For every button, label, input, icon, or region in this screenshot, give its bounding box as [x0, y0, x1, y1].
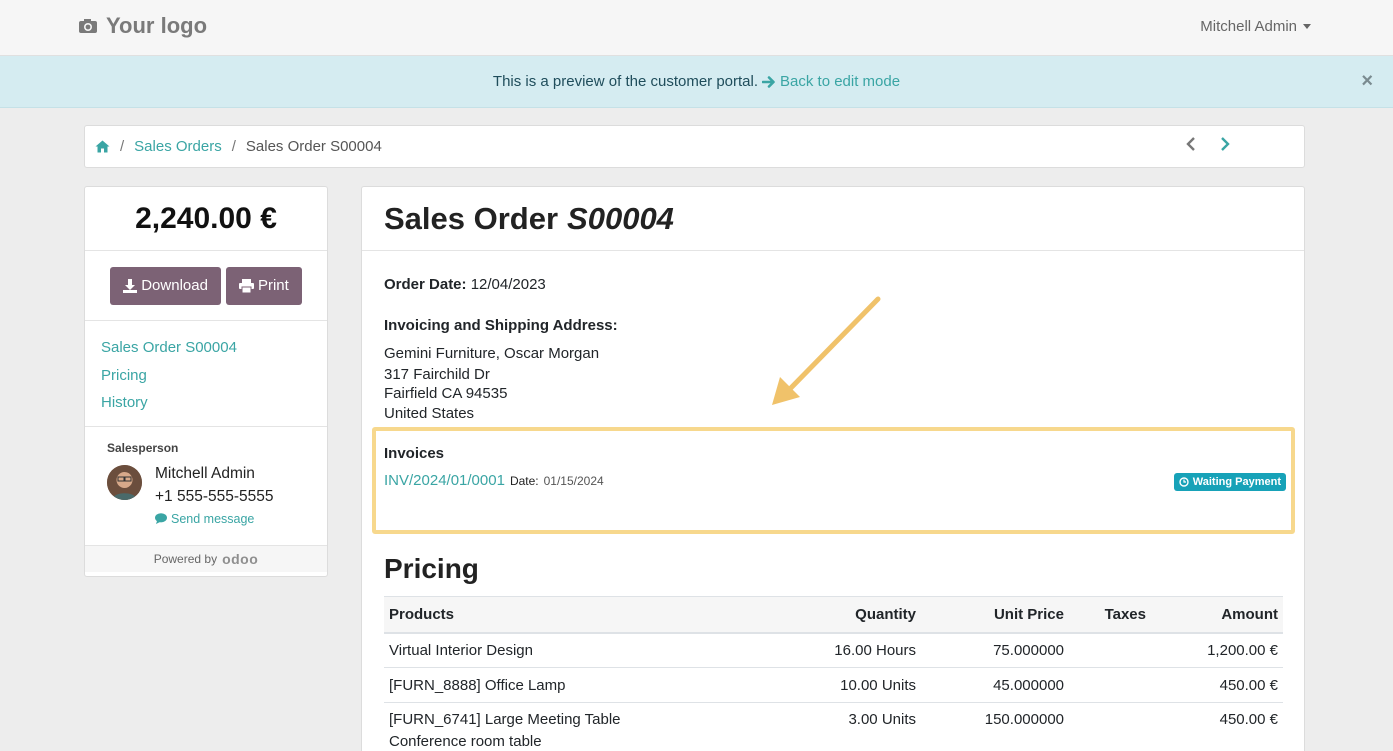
- user-menu[interactable]: Mitchell Admin: [1200, 18, 1311, 35]
- breadcrumb-sales-orders[interactable]: Sales Orders: [134, 138, 222, 155]
- unit-price-cell: 45.000000: [921, 667, 1069, 703]
- salesperson-section: Salesperson Mitchell Admin +1 555-555-55…: [85, 427, 327, 546]
- camera-icon: [79, 19, 97, 33]
- address-line: Gemini Furniture, Oscar Morgan: [384, 345, 600, 362]
- column-header-amount: Amount: [1151, 596, 1283, 634]
- product-name: [FURN_6741] Large Meeting Table: [389, 711, 621, 728]
- salesperson-name: Mitchell Admin: [155, 464, 255, 482]
- download-icon: [123, 278, 138, 293]
- sidebar-item-history[interactable]: History: [101, 389, 311, 417]
- column-header-taxes: Taxes: [1069, 596, 1151, 634]
- print-label: Print: [257, 277, 289, 294]
- pricing-table: Products Quantity Unit Price Taxes Amoun…: [384, 596, 1283, 751]
- chevron-right-icon[interactable]: [1220, 136, 1230, 156]
- send-message-link[interactable]: Send message: [155, 512, 274, 526]
- product-cell: Virtual Interior Design: [384, 632, 754, 668]
- chevron-left-icon[interactable]: [1186, 136, 1196, 156]
- company-logo[interactable]: Your logo: [78, 13, 207, 39]
- annotation-arrow-icon: [772, 296, 881, 405]
- amount-cell: 1,200.00 €: [1151, 632, 1283, 668]
- title-reference: S00004: [567, 200, 674, 236]
- arrow-right-icon: [762, 75, 775, 88]
- sidebar-item-sales-order[interactable]: Sales Order S00004: [101, 334, 311, 362]
- send-message-label: Send message: [171, 511, 255, 526]
- preview-banner: This is a preview of the customer portal…: [0, 56, 1393, 108]
- caret-down-icon: [1303, 24, 1311, 29]
- user-name: Mitchell Admin: [1200, 18, 1297, 35]
- table-row: [FURN_6741] Large Meeting Table Conferen…: [384, 702, 1283, 751]
- quantity-cell: 10.00 Units: [754, 667, 921, 703]
- title-prefix: Sales Order: [384, 200, 559, 236]
- taxes-cell: [1069, 667, 1151, 703]
- breadcrumb-separator: /: [231, 138, 236, 155]
- page-title: Sales Order S00004: [362, 187, 1304, 251]
- order-date-value: 12/04/2023: [470, 276, 546, 293]
- print-icon: [238, 278, 254, 293]
- invoices-section: Invoices INV/2024/01/0001 Date: 01/15/20…: [372, 427, 1295, 534]
- product-cell: [FURN_8888] Office Lamp: [384, 667, 754, 703]
- product-cell: [FURN_6741] Large Meeting Table Conferen…: [384, 702, 754, 751]
- avatar: [107, 464, 142, 500]
- invoice-date: 01/15/2024: [543, 474, 604, 488]
- column-header-unit-price: Unit Price: [921, 596, 1069, 634]
- quantity-cell: 16.00 Hours: [754, 632, 921, 668]
- address-line: United States: [384, 404, 475, 422]
- quantity-cell: 3.00 Units: [754, 702, 921, 751]
- status-badge-label: Waiting Payment: [1192, 476, 1281, 488]
- address-line: Fairfield CA 94535: [384, 385, 508, 402]
- amount-cell: 450.00 €: [1151, 667, 1283, 703]
- download-button[interactable]: Download: [110, 266, 221, 305]
- sidebar-item-pricing[interactable]: Pricing: [101, 362, 311, 390]
- record-pager: [1186, 136, 1230, 156]
- odoo-logo[interactable]: odoo: [222, 551, 258, 567]
- address-line: 317 Fairchild Dr: [384, 365, 490, 383]
- table-header-row: Products Quantity Unit Price Taxes Amoun…: [384, 596, 1283, 634]
- order-main-card: Sales Order S00004 Order Date: 12/04/202…: [361, 186, 1305, 751]
- amount-cell: 450.00 €: [1151, 702, 1283, 751]
- clock-icon: [1179, 477, 1189, 487]
- column-header-quantity: Quantity: [754, 596, 921, 634]
- taxes-cell: [1069, 702, 1151, 751]
- invoice-row: INV/2024/01/0001 Date: 01/15/2024: [384, 472, 604, 489]
- top-navbar: Your logo Mitchell Admin: [0, 0, 1393, 56]
- column-header-products: Products: [384, 596, 754, 634]
- breadcrumb-current: Sales Order S00004: [245, 138, 382, 155]
- salesperson-phone: +1 555-555-5555: [155, 487, 274, 505]
- order-date-label: Order Date:: [384, 276, 467, 293]
- salesperson-label: Salesperson: [107, 440, 179, 455]
- print-button[interactable]: Print: [225, 266, 302, 305]
- close-icon[interactable]: ×: [1361, 70, 1373, 93]
- invoice-link[interactable]: INV/2024/01/0001: [384, 472, 505, 489]
- table-row: Virtual Interior Design 16.00 Hours 75.0…: [384, 632, 1283, 668]
- table-row: [FURN_8888] Office Lamp 10.00 Units 45.0…: [384, 667, 1283, 703]
- powered-by-label: Powered by: [153, 551, 218, 566]
- address-label: Invoicing and Shipping Address:: [384, 317, 618, 334]
- home-icon[interactable]: [95, 140, 110, 153]
- order-total: 2,240.00 €: [85, 187, 327, 251]
- invoices-label: Invoices: [384, 445, 445, 462]
- address-block: Gemini Furniture, Oscar Morgan 317 Fairc…: [384, 344, 599, 423]
- invoice-date-label: Date:: [509, 474, 539, 488]
- product-description: Conference room table: [389, 733, 542, 750]
- sidebar-actions: Download Print: [85, 251, 327, 321]
- unit-price-cell: 150.000000: [921, 702, 1069, 751]
- download-label: Download: [141, 277, 208, 294]
- taxes-cell: [1069, 632, 1151, 668]
- sidebar-nav: Sales Order S00004 Pricing History: [85, 321, 327, 427]
- back-to-edit-label: Back to edit mode: [780, 73, 901, 90]
- order-date: Order Date: 12/04/2023: [384, 276, 546, 293]
- back-to-edit-link[interactable]: Back to edit mode: [762, 73, 900, 90]
- breadcrumb: / Sales Orders / Sales Order S00004: [84, 125, 1305, 168]
- breadcrumb-separator: /: [120, 138, 125, 155]
- logo-text: Your logo: [106, 13, 208, 38]
- order-sidebar: 2,240.00 € Download Print Sales Order S0…: [84, 186, 328, 577]
- comment-icon: [155, 513, 167, 524]
- status-badge: Waiting Payment: [1173, 473, 1286, 491]
- unit-price-cell: 75.000000: [921, 632, 1069, 668]
- pricing-title: Pricing: [384, 553, 479, 584]
- powered-by: Powered by odoo: [85, 545, 327, 572]
- banner-message: This is a preview of the customer portal…: [492, 73, 759, 90]
